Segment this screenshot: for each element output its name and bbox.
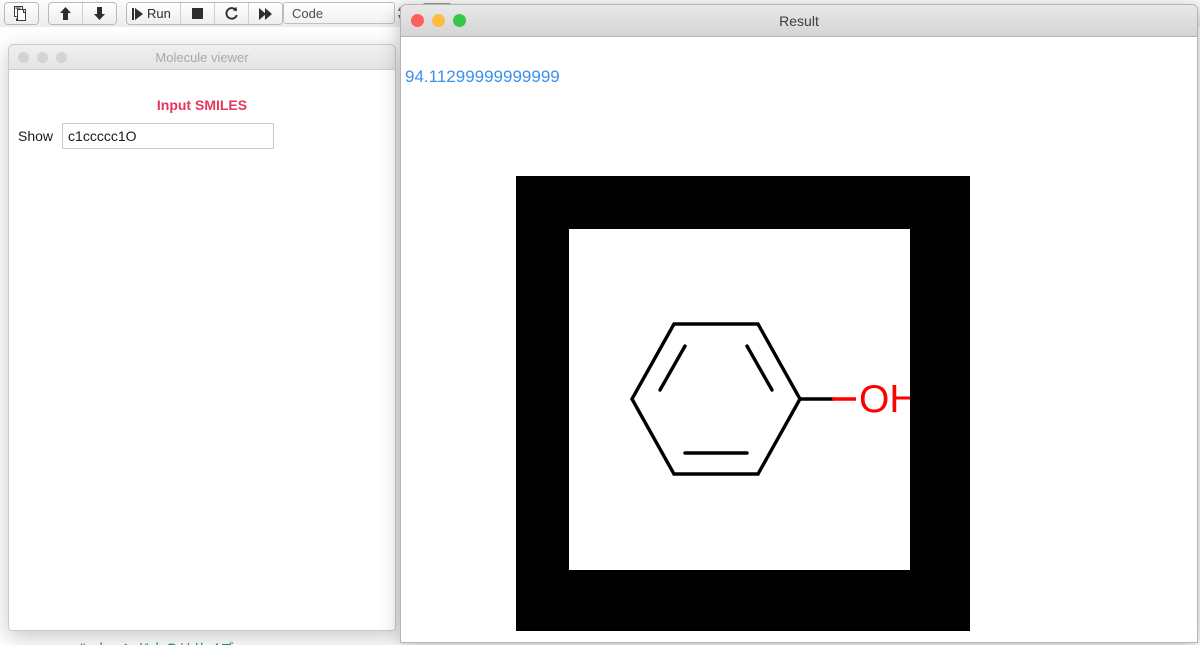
cell-type-value: Code — [292, 5, 324, 21]
show-button[interactable]: Show — [15, 126, 57, 146]
cell-type-select[interactable]: Code — [283, 2, 395, 24]
move-down-button[interactable] — [83, 3, 116, 24]
molecular-weight-value: 94.11299999999999 — [405, 67, 560, 86]
restart-button[interactable] — [214, 3, 249, 24]
close-button-icon[interactable] — [411, 14, 424, 27]
molecule-image-frame: OH — [516, 176, 970, 631]
result-traffic-lights — [411, 14, 466, 27]
close-button-icon[interactable] — [18, 52, 29, 63]
result-window[interactable]: Result 94.11299999999999 O — [400, 4, 1198, 643]
result-body: 94.11299999999999 O — [401, 37, 1197, 642]
run-button-label: Run — [147, 6, 171, 21]
input-smiles-label: Input SMILES — [156, 97, 248, 113]
run-button[interactable]: Run — [127, 3, 181, 24]
molecule-viewer-traffic-lights — [18, 52, 67, 63]
molecule-viewer-body: Input SMILES Show — [9, 70, 395, 630]
smiles-input[interactable] — [62, 123, 275, 149]
oh-atom-label: OH — [859, 378, 910, 421]
move-up-button[interactable] — [49, 3, 83, 24]
toolbar-group-run: Run — [126, 2, 283, 25]
toolbar-group-file — [4, 2, 39, 25]
stop-button[interactable] — [180, 3, 215, 24]
toolbar-group-move — [48, 2, 117, 25]
molecule-viewer-titlebar[interactable]: Molecule viewer — [9, 45, 395, 70]
zoom-button-icon[interactable] — [56, 52, 67, 63]
minimize-button-icon[interactable] — [37, 52, 48, 63]
zoom-button-icon[interactable] — [453, 14, 466, 27]
screen-root: Run Code Molecule viewer Input SMILES Sh… — [0, 0, 1200, 645]
molecule-image-canvas: OH — [569, 229, 910, 570]
result-titlebar[interactable]: Result — [401, 5, 1197, 37]
smiles-input-row: Show — [15, 123, 275, 149]
new-file-button[interactable] — [5, 3, 38, 24]
molecule-viewer-window[interactable]: Molecule viewer Input SMILES Show — [8, 44, 396, 631]
result-window-title: Result — [779, 12, 819, 29]
run-all-button[interactable] — [248, 3, 282, 24]
minimize-button-icon[interactable] — [432, 14, 445, 27]
